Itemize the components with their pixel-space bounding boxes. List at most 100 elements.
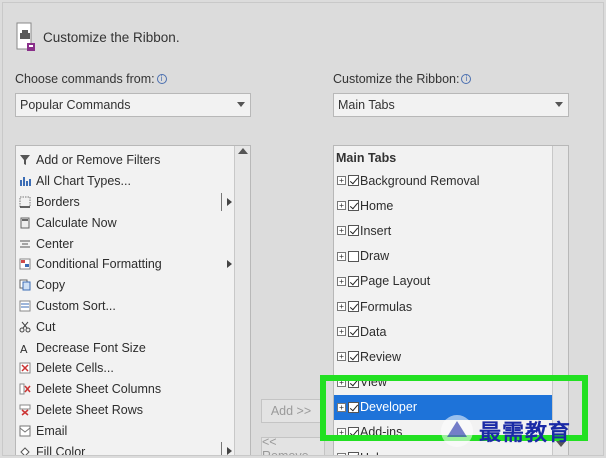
tab-checkbox[interactable] [348, 301, 359, 313]
chevron-right-icon [227, 197, 232, 206]
command-item[interactable]: Delete Cells... [18, 358, 234, 379]
command-label: Calculate Now [36, 215, 117, 230]
expand-icon[interactable]: + [337, 251, 346, 261]
ribbon-tabs-tree[interactable]: Main Tabs + Background Removal + Home + Inser… [333, 145, 569, 455]
remove-button[interactable]: << Remove [261, 435, 325, 455]
tab-label: Formulas [360, 299, 413, 314]
command-label: Copy [36, 278, 66, 293]
watermark-text: 最需教育 [479, 420, 572, 446]
expand-icon[interactable]: + [337, 427, 346, 437]
command-item[interactable]: Calculate Now [18, 212, 234, 233]
command-label: Center [36, 236, 74, 251]
tab-label: Data [360, 324, 387, 339]
decrease-font-icon: A [18, 341, 32, 355]
expand-icon[interactable]: + [337, 453, 346, 455]
command-item[interactable]: Add or Remove Filters [18, 150, 234, 171]
tab-checkbox[interactable] [348, 376, 359, 388]
command-item[interactable]: Fill Color [18, 441, 234, 455]
sort-icon [18, 299, 32, 313]
command-item[interactable]: Delete Sheet Rows [18, 400, 234, 421]
delete-rows-icon [18, 403, 32, 417]
expand-icon[interactable]: + [337, 302, 346, 312]
command-label: Delete Sheet Rows [36, 402, 144, 417]
tab-tree-item-review[interactable]: + Review [337, 344, 549, 369]
info-icon[interactable]: i [156, 74, 167, 84]
split-separator [221, 442, 222, 455]
command-item[interactable]: Copy [18, 275, 234, 296]
tree-header: Main Tabs [336, 151, 397, 165]
tab-tree-item-background-removal[interactable]: + Background Removal [337, 168, 549, 193]
expand-icon[interactable]: + [337, 402, 346, 412]
command-label: Conditional Formatting [36, 257, 162, 272]
copy-icon [18, 278, 32, 292]
command-item[interactable]: Cut [18, 316, 234, 337]
tab-checkbox[interactable] [348, 351, 359, 363]
customize-ribbon-label: Customize the Ribbon: i [333, 72, 472, 86]
tab-checkbox[interactable] [348, 275, 359, 287]
tab-checkbox[interactable] [348, 326, 359, 338]
command-label: Borders [36, 194, 80, 209]
expand-icon[interactable]: + [337, 352, 346, 362]
chart-icon [18, 174, 32, 188]
chevron-down-icon [555, 102, 563, 107]
borders-icon [18, 195, 32, 209]
command-item[interactable]: All Chart Types... [18, 171, 234, 192]
conditional-formatting-icon [18, 257, 32, 271]
delete-columns-icon [18, 382, 32, 396]
customize-ribbon-dropdown[interactable]: Main Tabs [333, 93, 569, 117]
command-label: Custom Sort... [36, 298, 116, 313]
watermark-logo-icon [441, 415, 473, 447]
tab-tree-item-data[interactable]: + Data [337, 319, 549, 344]
split-separator [221, 192, 222, 211]
command-item[interactable]: Email [18, 420, 234, 441]
tab-label: Help [360, 451, 386, 455]
choose-commands-label: Choose commands from: i [15, 72, 167, 86]
commands-from-dropdown[interactable]: Popular Commands [15, 93, 251, 117]
chevron-down-icon [237, 102, 245, 107]
center-align-icon [18, 237, 32, 251]
tab-checkbox[interactable] [348, 401, 359, 413]
commands-list-items: Add or Remove Filters All Chart Types... B… [18, 150, 234, 455]
add-button[interactable]: Add >> [261, 399, 321, 423]
tab-checkbox[interactable] [348, 175, 359, 187]
tab-tree-item-formulas[interactable]: + Formulas [337, 294, 549, 319]
command-label: Delete Cells... [36, 361, 114, 376]
tab-checkbox[interactable] [348, 426, 359, 438]
tab-tree-item-insert[interactable]: + Insert [337, 218, 549, 243]
command-item[interactable]: A Decrease Font Size [18, 337, 234, 358]
tab-tree-item-draw[interactable]: + Draw [337, 244, 549, 269]
customize-ribbon-dialog: Customize the Ribbon. Choose commands fr… [2, 2, 604, 456]
tab-tree-item-view[interactable]: + View [337, 370, 549, 395]
tab-checkbox[interactable] [348, 452, 359, 455]
scroll-up-icon[interactable] [238, 148, 248, 154]
info-icon[interactable]: i [461, 74, 472, 84]
command-item[interactable]: Conditional Formatting [18, 254, 234, 275]
command-item[interactable]: Custom Sort... [18, 296, 234, 317]
expand-icon[interactable]: + [337, 327, 346, 337]
command-item[interactable]: Borders [18, 192, 234, 213]
tab-tree-item-home[interactable]: + Home [337, 193, 549, 218]
command-label: Delete Sheet Columns [36, 382, 162, 397]
tabs-scrollbar[interactable] [552, 146, 568, 455]
commands-scrollbar[interactable] [234, 146, 250, 455]
command-item[interactable]: Delete Sheet Columns [18, 379, 234, 400]
expand-icon[interactable]: + [337, 226, 346, 236]
tab-checkbox[interactable] [348, 200, 359, 212]
expand-icon[interactable]: + [337, 201, 346, 211]
command-item[interactable]: Center [18, 233, 234, 254]
tab-label: Home [360, 198, 394, 213]
tab-checkbox[interactable] [348, 250, 359, 262]
tab-tree-item-page-layout[interactable]: + Page Layout [337, 269, 549, 294]
fill-color-icon [18, 445, 32, 455]
tab-checkbox[interactable] [348, 225, 359, 237]
command-label: Email [36, 423, 68, 438]
tab-label: Developer [360, 400, 417, 415]
customize-ribbon-icon [16, 22, 35, 51]
command-label: Cut [36, 319, 56, 334]
commands-list[interactable]: Add or Remove Filters All Chart Types... B… [15, 145, 251, 455]
expand-icon[interactable]: + [337, 176, 346, 186]
tab-label: Insert [360, 223, 392, 238]
expand-icon[interactable]: + [337, 377, 346, 387]
expand-icon[interactable]: + [337, 276, 346, 286]
dialog-header: Customize the Ribbon. [15, 17, 315, 57]
